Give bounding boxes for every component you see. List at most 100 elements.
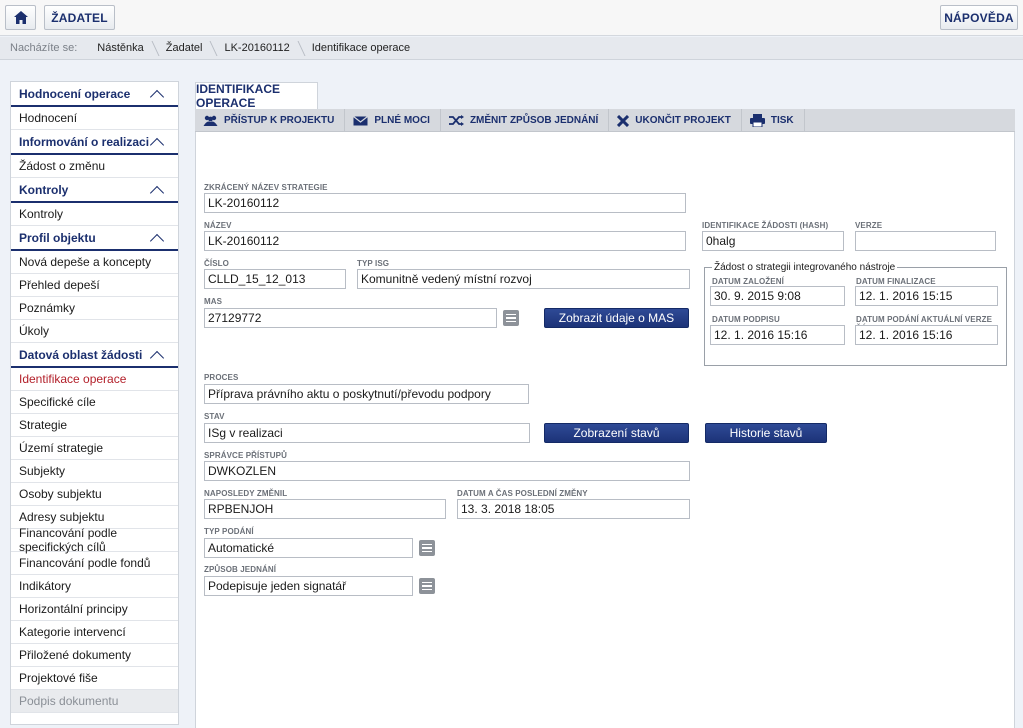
last-changed-at-label: DATUM A ČAS POSLEDNÍ ZMĚNY bbox=[457, 489, 588, 498]
hash-label: IDENTIFIKACE ŽÁDOSTI (HASH) bbox=[702, 221, 829, 230]
toolbar-label: ZMĚNIT ZPŮSOB JEDNÁNÍ bbox=[469, 115, 599, 126]
mas-label: MAS bbox=[204, 297, 223, 306]
toolbar-label: UKONČIT PROJEKT bbox=[635, 115, 731, 126]
last-changed-at-field[interactable]: 13. 3. 2018 18:05 bbox=[457, 499, 690, 519]
last-changed-by-field[interactable]: RPBENJOH bbox=[204, 499, 446, 519]
sidebar-item-hodnoceni[interactable]: Hodnocení bbox=[11, 107, 178, 130]
breadcrumb-lead: Nacházíte se: bbox=[10, 42, 78, 54]
sidebar: Hodnocení operace Hodnocení Informování … bbox=[10, 81, 179, 725]
shuffle-icon bbox=[448, 115, 464, 126]
finalized-date-field[interactable]: 12. 1. 2016 15:15 bbox=[855, 286, 998, 306]
sidebar-item-indikatory[interactable]: Indikátory bbox=[11, 575, 178, 598]
short-name-label: ZKRÁCENÝ NÁZEV STRATEGIE bbox=[204, 183, 328, 192]
chevron-up-icon bbox=[149, 233, 165, 248]
sidebar-item-prilozene-dokumenty[interactable]: Přiložené dokumenty bbox=[11, 644, 178, 667]
powers-of-attorney-button[interactable]: PLNÉ MOCI bbox=[345, 109, 441, 132]
version-label: VERZE bbox=[855, 221, 883, 230]
sidebar-item-specificke-cile[interactable]: Specifické cíle bbox=[11, 391, 178, 414]
sidebar-item-kontroly[interactable]: Kontroly bbox=[11, 203, 178, 226]
home-button[interactable] bbox=[5, 5, 36, 30]
short-name-field[interactable]: LK-20160112 bbox=[204, 193, 686, 213]
isg-type-label: TYP ISG bbox=[357, 259, 390, 268]
chevron-up-icon bbox=[149, 137, 165, 152]
submission-type-field[interactable]: Automatické bbox=[204, 538, 413, 558]
sidebar-item-strategie[interactable]: Strategie bbox=[11, 414, 178, 437]
show-mas-button[interactable]: Zobrazit údaje o MAS bbox=[544, 308, 689, 328]
sidebar-item-horizontalni-principy[interactable]: Horizontální principy bbox=[11, 598, 178, 621]
sidebar-item-projektove-fise[interactable]: Projektové fiše bbox=[11, 667, 178, 690]
process-field[interactable]: Příprava právního aktu o poskytnutí/přev… bbox=[204, 384, 529, 404]
list-icon[interactable] bbox=[419, 540, 435, 556]
state-field[interactable]: ISg v realizaci bbox=[204, 423, 530, 443]
sidebar-item-podpis-dokumentu: Podpis dokumentu bbox=[11, 690, 178, 713]
sidebar-item-financovani-cile[interactable]: Financování podle specifických cílů bbox=[11, 526, 178, 554]
sidebar-item-poznamky[interactable]: Poznámky bbox=[11, 297, 178, 320]
user-role-button[interactable]: ŽADATEL bbox=[44, 5, 115, 30]
access-admin-field[interactable]: DWKOZLEN bbox=[204, 461, 690, 481]
toolbar-label: PŘÍSTUP K PROJEKTU bbox=[224, 115, 335, 126]
created-date-field[interactable]: 30. 9. 2015 9:08 bbox=[710, 286, 845, 306]
sidebar-section-title: Kontroly bbox=[19, 182, 69, 197]
toolbar-label: TISK bbox=[770, 115, 794, 126]
top-bar: ŽADATEL NÁPOVĚDA bbox=[0, 0, 1023, 36]
mas-field[interactable]: 27129772 bbox=[204, 308, 497, 328]
sidebar-section-informovani[interactable]: Informování o realizaci bbox=[11, 130, 178, 155]
sidebar-item-financovani-fondy[interactable]: Financování podle fondů bbox=[11, 552, 178, 575]
chevron-up-icon bbox=[149, 350, 165, 365]
sidebar-section-profil[interactable]: Profil objektu bbox=[11, 226, 178, 251]
end-project-button[interactable]: UKONČIT PROJEKT bbox=[609, 109, 742, 132]
breadcrumb-item-project[interactable]: LK-20160112 bbox=[214, 37, 301, 60]
name-label: NÁZEV bbox=[204, 221, 232, 230]
sidebar-item-identifikace-operace[interactable]: Identifikace operace bbox=[11, 368, 178, 391]
list-icon[interactable] bbox=[419, 578, 435, 594]
sidebar-section-kontroly[interactable]: Kontroly bbox=[11, 178, 178, 203]
toolbar-label: PLNÉ MOCI bbox=[374, 115, 430, 126]
access-project-button[interactable]: PŘÍSTUP K PROJEKTU bbox=[195, 109, 346, 132]
version-field[interactable] bbox=[855, 231, 996, 251]
number-label: ČÍSLO bbox=[204, 259, 229, 268]
sidebar-item-nova-depese[interactable]: Nová depeše a koncepty bbox=[11, 251, 178, 274]
breadcrumb: Nacházíte se: Nástěnka Žadatel LK-201601… bbox=[0, 37, 1023, 60]
sidebar-section-title: Profil objektu bbox=[19, 230, 96, 245]
change-acting-method-button[interactable]: ZMĚNIT ZPŮSOB JEDNÁNÍ bbox=[441, 109, 610, 132]
signed-date-field[interactable]: 12. 1. 2016 15:16 bbox=[710, 325, 845, 345]
sidebar-item-osoby-subjektu[interactable]: Osoby subjektu bbox=[11, 483, 178, 506]
sidebar-section-title: Datová oblast žádosti bbox=[19, 347, 143, 362]
sidebar-item-prehled-depesi[interactable]: Přehled depeší bbox=[11, 274, 178, 297]
name-field[interactable]: LK-20160112 bbox=[204, 231, 686, 251]
hash-field[interactable]: 0halg bbox=[702, 231, 844, 251]
list-icon[interactable] bbox=[503, 310, 519, 326]
help-button[interactable]: NÁPOVĚDA bbox=[940, 5, 1018, 30]
breadcrumb-item-current: Identifikace operace bbox=[311, 42, 411, 54]
acting-method-field[interactable]: Podepisuje jeden signatář bbox=[204, 576, 413, 596]
state-history-button[interactable]: Historie stavů bbox=[705, 423, 827, 443]
submitted-date-field[interactable]: 12. 1. 2016 15:16 bbox=[855, 325, 998, 345]
envelope-icon bbox=[353, 115, 369, 125]
created-date-label: DATUM ZALOŽENÍ bbox=[712, 277, 784, 286]
print-button[interactable]: TISK bbox=[742, 109, 805, 132]
users-icon bbox=[203, 115, 218, 126]
breadcrumb-item-zadatel[interactable]: Žadatel bbox=[156, 37, 215, 60]
sidebar-item-ukoly[interactable]: Úkoly bbox=[11, 320, 178, 343]
sidebar-section-hodnoceni[interactable]: Hodnocení operace bbox=[11, 82, 178, 107]
process-label: PROCES bbox=[204, 373, 239, 382]
isg-request-legend: Žádost o strategii integrovaného nástroj… bbox=[712, 262, 898, 273]
close-icon bbox=[617, 114, 630, 127]
sidebar-item-subjekty[interactable]: Subjekty bbox=[11, 460, 178, 483]
show-states-button[interactable]: Zobrazení stavů bbox=[544, 423, 689, 443]
isg-type-field[interactable]: Komunitně vedený místní rozvoj bbox=[357, 269, 690, 289]
home-icon bbox=[13, 11, 28, 24]
sidebar-section-title: Hodnocení operace bbox=[19, 86, 131, 101]
sidebar-item-uzemi-strategie[interactable]: Území strategie bbox=[11, 437, 178, 460]
chevron-up-icon bbox=[149, 185, 165, 200]
sidebar-item-zadost-o-zmenu[interactable]: Žádost o změnu bbox=[11, 155, 178, 178]
number-field[interactable]: CLLD_15_12_013 bbox=[204, 269, 346, 289]
acting-method-label: ZPŮSOB JEDNÁNÍ bbox=[204, 565, 277, 574]
submission-type-label: TYP PODÁNÍ bbox=[204, 527, 254, 536]
signed-date-label: DATUM PODPISU bbox=[712, 315, 780, 324]
tab-identifikace-operace[interactable]: IDENTIFIKACE OPERACE bbox=[195, 82, 318, 110]
breadcrumb-item-nastenka[interactable]: Nástěnka bbox=[87, 37, 155, 60]
finalized-date-label: DATUM FINALIZACE bbox=[856, 277, 936, 286]
sidebar-item-kategorie-intervenci[interactable]: Kategorie intervencí bbox=[11, 621, 178, 644]
sidebar-section-datova-oblast[interactable]: Datová oblast žádosti bbox=[11, 343, 178, 368]
